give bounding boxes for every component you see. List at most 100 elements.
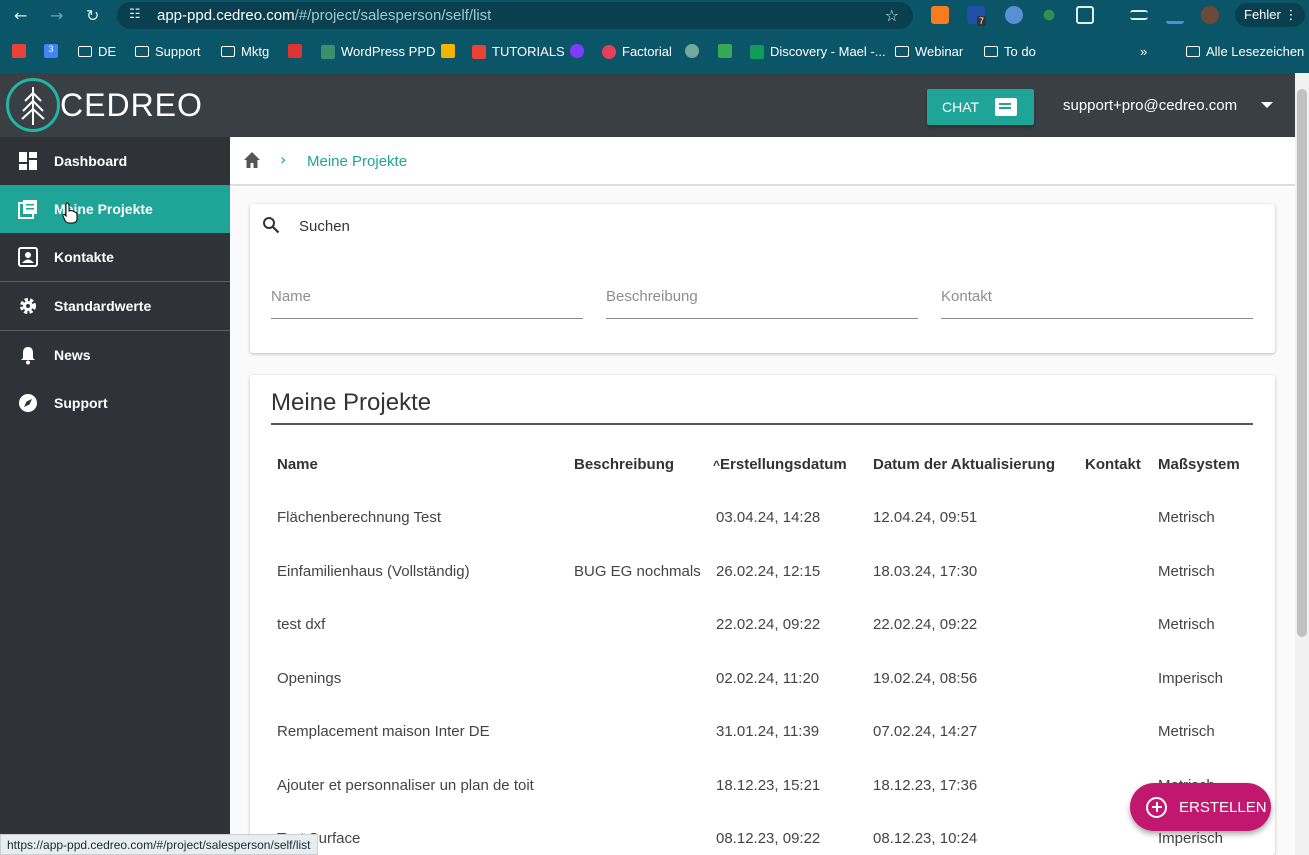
chevron-right-icon: › [280, 150, 287, 169]
bookmark-folder-support[interactable]: Support [135, 44, 201, 59]
add-circle-icon [1146, 796, 1167, 818]
project-updated: 18.12.23, 17:36 [873, 777, 978, 794]
dashboard-icon [19, 152, 37, 170]
all-bookmarks-folder[interactable]: Alle Lesezeichen [1186, 44, 1304, 59]
project-created: 03.04.24, 14:28 [716, 509, 821, 526]
vpn-extension-icon[interactable] [1005, 6, 1023, 24]
contact-filter-input[interactable] [941, 288, 1253, 305]
site-info-icon[interactable]: ☷ [129, 7, 141, 22]
bookmark-wordpress-ppd[interactable]: WordPress PPD [321, 44, 435, 59]
scrollbar-thumb[interactable] [1297, 89, 1307, 637]
description-filter-input[interactable] [606, 288, 918, 305]
drive-icon [441, 44, 455, 58]
media-control-icon[interactable] [1130, 10, 1148, 20]
calendar-bookmark[interactable]: 3 [44, 44, 58, 58]
more-bookmarks-button[interactable]: » [1140, 44, 1147, 59]
project-units: Metrisch [1158, 509, 1215, 526]
project-name: Ajouter et personnaliser un plan de toit [277, 777, 534, 794]
sidebar-item-kontakte[interactable]: Kontakte [0, 233, 230, 281]
green-extension-icon[interactable] [1043, 9, 1055, 21]
project-name: Einfamilienhaus (Vollständig) [277, 563, 470, 580]
bookmark-folder-todo[interactable]: To do [984, 44, 1036, 59]
compass-icon [19, 394, 37, 412]
title-divider [271, 423, 1253, 425]
sidebar-item-meine-projekte[interactable]: Meine Projekte [0, 185, 230, 233]
reload-icon[interactable]: ↻ [86, 6, 99, 25]
projects-icon [18, 200, 37, 219]
user-menu-caret-icon[interactable] [1261, 102, 1273, 108]
project-updated: 19.02.24, 08:56 [873, 670, 978, 687]
sidebar-item-news[interactable]: News [0, 331, 230, 379]
table-row[interactable]: Einfamilienhaus (Vollständig) BUG EG noc… [250, 563, 1275, 616]
chat-icon [995, 98, 1018, 116]
bookmark-tutorials[interactable]: TUTORIALS [472, 44, 565, 59]
chat-label: CHAT [942, 99, 980, 115]
address-bar[interactable]: ☷ app-ppd.cedreo.com/#/project/salespers… [117, 2, 913, 29]
table-row[interactable]: Openings 02.02.24, 11:20 19.02.24, 08:56… [250, 670, 1275, 723]
bookmark-app[interactable] [570, 44, 584, 58]
bookmark-folder-mktg[interactable]: Mktg [221, 44, 269, 59]
project-units: Metrisch [1158, 723, 1215, 740]
forward-icon[interactable]: → [50, 6, 63, 25]
table-row[interactable]: test dxf 22.02.24, 09:22 22.02.24, 09:22… [250, 616, 1275, 669]
description-filter-field[interactable] [606, 288, 918, 319]
profile-error-button[interactable]: Fehler ⋮ [1235, 3, 1305, 27]
name-filter-field[interactable] [271, 288, 583, 319]
column-header-units[interactable]: Maßsystem [1158, 456, 1240, 473]
hubspot-extension-icon[interactable] [931, 6, 949, 24]
column-header-name[interactable]: Name [277, 456, 318, 473]
home-icon[interactable] [243, 151, 261, 169]
column-header-description[interactable]: Beschreibung [574, 456, 674, 473]
bookmark-folder-webinar[interactable]: Webinar [895, 44, 963, 59]
sidebar-item-support[interactable]: Support [0, 379, 230, 427]
hand-cursor-icon [62, 202, 78, 224]
bookmark-factorial[interactable]: Factorial [602, 44, 672, 59]
column-header-updated[interactable]: Datum der Aktualisierung [873, 456, 1055, 473]
contact-filter-field[interactable] [941, 288, 1253, 319]
project-created: 22.02.24, 09:22 [716, 616, 821, 633]
sidebar-item-label: News [54, 347, 91, 363]
table-row[interactable]: Test Surface 08.12.23, 09:22 08.12.23, 1… [250, 830, 1275, 855]
breadcrumb-current[interactable]: Meine Projekte [307, 153, 407, 170]
bookmark-tool[interactable] [288, 44, 302, 58]
back-icon[interactable]: ← [14, 6, 27, 25]
folder-icon [984, 46, 998, 57]
chat-button[interactable]: CHAT [927, 89, 1034, 125]
sort-ascending-icon: ^ [713, 458, 721, 472]
project-units: Metrisch [1158, 616, 1215, 633]
sidebar-item-dashboard[interactable]: Dashboard [0, 137, 230, 185]
project-updated: 08.12.23, 10:24 [873, 830, 978, 847]
download-icon[interactable] [1166, 6, 1184, 24]
user-email[interactable]: support+pro@cedreo.com [1063, 97, 1237, 114]
project-created: 26.02.24, 12:15 [716, 563, 821, 580]
profile-avatar[interactable] [1201, 6, 1219, 24]
project-updated: 07.02.24, 14:27 [873, 723, 978, 740]
cedreo-logo-icon[interactable] [6, 78, 60, 132]
create-project-button[interactable]: ERSTELLEN [1130, 783, 1271, 831]
bookmark-discovery[interactable]: Discovery - Mael -... [750, 44, 886, 59]
column-header-contact[interactable]: Kontakt [1085, 456, 1141, 473]
project-created: 08.12.23, 09:22 [716, 830, 821, 847]
extension-badge-icon[interactable]: 7 [967, 6, 987, 26]
bookmark-star-icon[interactable]: ☆ [885, 6, 899, 25]
column-header-created[interactable]: ^Erstellungsdatum [713, 456, 847, 473]
bookmark-meet[interactable] [718, 44, 732, 58]
project-updated: 18.03.24, 17:30 [873, 563, 978, 580]
gmail-bookmark[interactable] [12, 44, 26, 58]
table-row[interactable]: Remplacement maison Inter DE 31.01.24, 1… [250, 723, 1275, 776]
project-name: test dxf [277, 616, 326, 633]
link-status-url: https://app-ppd.cedreo.com/#/project/sal… [0, 834, 318, 855]
sidebar-item-standardwerte[interactable]: Standardwerte [0, 282, 230, 330]
meet-icon [718, 44, 732, 58]
table-row[interactable]: Ajouter et personnaliser un plan de toit… [250, 777, 1275, 830]
bookmark-drive[interactable] [441, 44, 455, 58]
name-filter-input[interactable] [271, 288, 583, 305]
project-name: Remplacement maison Inter DE [277, 723, 490, 740]
project-created: 31.01.24, 11:39 [716, 723, 820, 740]
extensions-puzzle-icon[interactable] [1076, 6, 1094, 24]
tool-icon [288, 44, 302, 58]
table-row[interactable]: Flächenberechnung Test 03.04.24, 14:28 1… [250, 509, 1275, 562]
bookmark-chatgpt[interactable] [685, 44, 699, 58]
bookmark-folder-de[interactable]: DE [78, 44, 116, 59]
page-scrollbar[interactable] [1295, 73, 1309, 855]
